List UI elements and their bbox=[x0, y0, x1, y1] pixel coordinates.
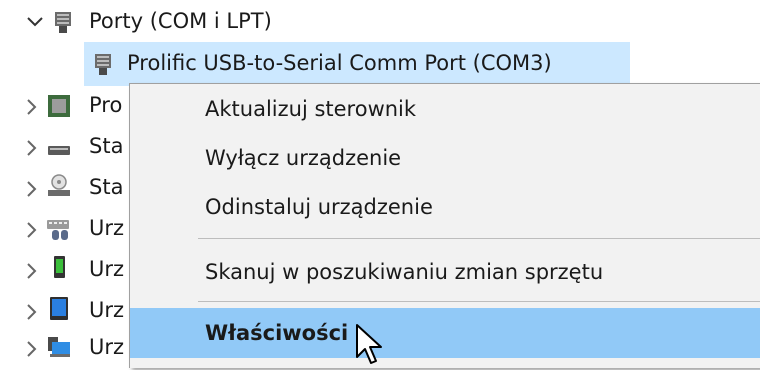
tree-node-storage[interactable]: Sta bbox=[0, 166, 130, 210]
mobile-device-icon bbox=[54, 256, 65, 278]
tree-node-label: Sta bbox=[89, 134, 124, 158]
chevron-right-icon[interactable] bbox=[20, 301, 42, 323]
tree-item-label: Prolific USB-to-Serial Comm Port (COM3) bbox=[127, 51, 552, 75]
tree-node-hid[interactable]: Urz bbox=[0, 207, 130, 251]
menu-separator bbox=[198, 238, 760, 239]
tree-node-network[interactable]: Urz bbox=[0, 326, 130, 370]
tree-node-ports[interactable]: Porty (COM i LPT) bbox=[0, 0, 760, 44]
tree-node-label: Urz bbox=[89, 298, 125, 322]
chevron-right-icon[interactable] bbox=[20, 219, 42, 241]
menu-item-label: Odinstaluj urządzenie bbox=[205, 194, 433, 219]
tablet-icon bbox=[50, 297, 68, 320]
menu-separator bbox=[198, 301, 760, 302]
tree-node-label: Urz bbox=[89, 257, 125, 281]
tree-node-label: Porty (COM i LPT) bbox=[89, 9, 272, 33]
port-icon bbox=[95, 54, 111, 75]
chevron-right-icon[interactable] bbox=[20, 178, 42, 200]
menu-item-properties[interactable]: Właściwości bbox=[130, 308, 760, 358]
drive-icon bbox=[48, 146, 70, 155]
menu-item-disable-device[interactable]: Wyłącz urządzenie bbox=[130, 136, 760, 180]
hid-devices-icon bbox=[47, 220, 69, 240]
processor-icon bbox=[48, 95, 70, 117]
menu-item-uninstall-device[interactable]: Odinstaluj urządzenie bbox=[130, 185, 760, 229]
tree-node-label: Urz bbox=[89, 335, 125, 359]
menu-item-label: Wyłącz urządzenie bbox=[205, 145, 402, 170]
context-menu: Aktualizuj sterownik Wyłącz urządzenie O… bbox=[129, 83, 760, 368]
tree-item-prolific-port[interactable]: Prolific USB-to-Serial Comm Port (COM3) bbox=[0, 42, 760, 86]
menu-item-label: Aktualizuj sterownik bbox=[205, 96, 417, 121]
port-icon bbox=[55, 12, 71, 33]
tree-node-label: Urz bbox=[89, 216, 125, 240]
network-adapter-icon bbox=[48, 337, 70, 357]
tree-node-processors[interactable]: Pro bbox=[0, 84, 130, 128]
chevron-right-icon[interactable] bbox=[20, 137, 42, 159]
menu-item-label: Właściwości bbox=[205, 320, 349, 345]
menu-item-scan-hardware[interactable]: Skanuj w poszukiwaniu zmian sprzętu bbox=[130, 250, 760, 294]
mouse-pointer-icon bbox=[356, 324, 382, 364]
chevron-right-icon[interactable] bbox=[20, 96, 42, 118]
menu-item-label: Skanuj w poszukiwaniu zmian sprzętu bbox=[205, 259, 604, 284]
menu-item-update-driver[interactable]: Aktualizuj sterownik bbox=[130, 87, 760, 131]
storage-icon bbox=[48, 174, 70, 196]
tree-node-label: Pro bbox=[89, 93, 123, 117]
chevron-right-icon[interactable] bbox=[20, 260, 42, 282]
chevron-right-icon[interactable] bbox=[20, 338, 42, 360]
chevron-down-icon[interactable] bbox=[24, 11, 46, 33]
tree-node-label: Sta bbox=[89, 175, 124, 199]
tree-node-mobile[interactable]: Urz bbox=[0, 248, 130, 292]
tree-node-drives[interactable]: Sta bbox=[0, 125, 130, 169]
